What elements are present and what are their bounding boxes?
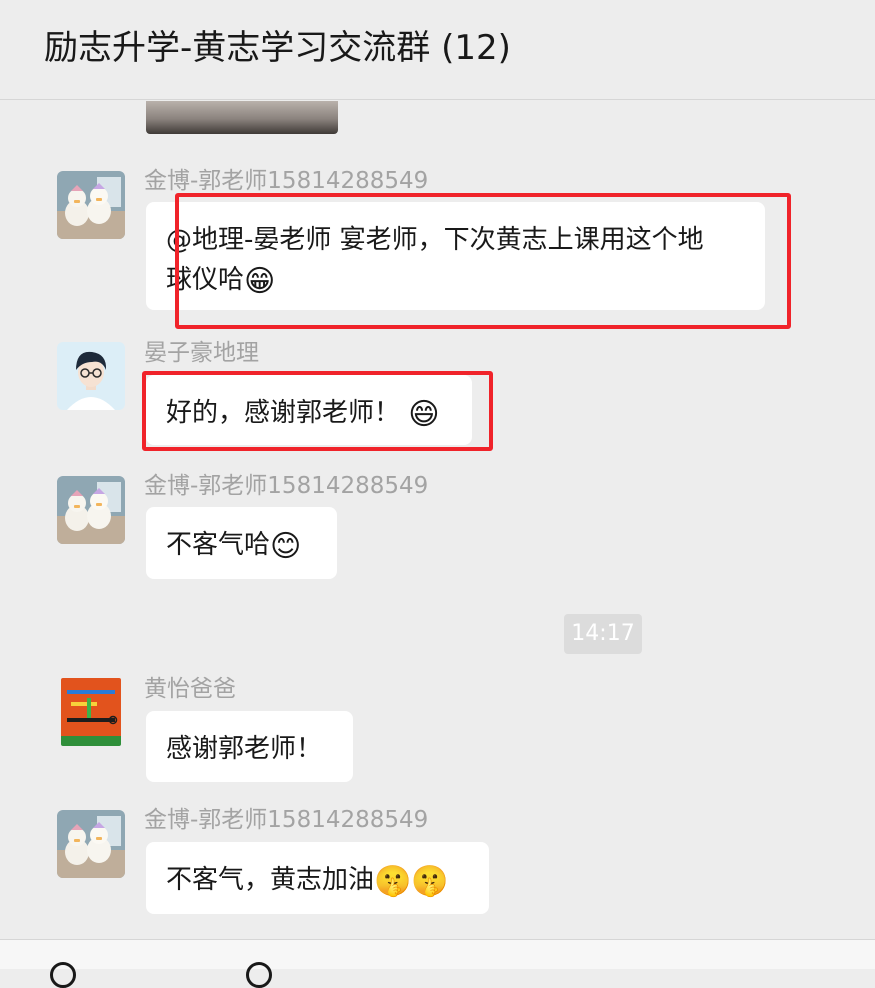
- emoji-icon[interactable]: [246, 962, 272, 988]
- message-text: 好的，感谢郭老师！: [166, 398, 401, 428]
- smile-emoji-icon: 😄: [408, 397, 440, 432]
- message-text: 不客气，黄志加油: [166, 865, 375, 895]
- sender-name: 金博-郭老师15814288549: [144, 807, 429, 833]
- timestamp-badge: 14:17: [564, 614, 642, 654]
- message-bubble[interactable]: 好的，感谢郭老师！ 😄: [146, 375, 472, 445]
- group-title: 励志升学-黄志学习交流群 (12): [44, 28, 511, 68]
- message-bubble[interactable]: @地理-晏老师 宴老师，下次黄志上课用这个地 球仪哈😁: [146, 202, 765, 310]
- voice-icon[interactable]: [50, 962, 76, 988]
- avatar[interactable]: [61, 678, 121, 746]
- message-bubble[interactable]: 感谢郭老师！: [146, 711, 353, 782]
- shush-emoji-icon: 🤫🤫: [374, 864, 449, 899]
- sender-name: 金博-郭老师15814288549: [144, 168, 429, 194]
- message-text: 不客气哈: [166, 530, 271, 560]
- sender-name: 金博-郭老师15814288549: [144, 473, 429, 499]
- chat-header: 励志升学-黄志学习交流群 (12): [0, 0, 875, 100]
- sender-name: 黄怡爸爸: [144, 676, 236, 702]
- message-bubble[interactable]: 不客气哈😊: [146, 507, 337, 579]
- message-list[interactable]: 金博-郭老师15814288549 @地理-晏老师 宴老师，下次黄志上课用这个地…: [0, 101, 875, 939]
- avatar[interactable]: [57, 810, 125, 878]
- input-toolbar: [0, 939, 875, 988]
- message-bubble[interactable]: 不客气，黄志加油🤫🤫: [146, 842, 489, 914]
- message-text: 感谢郭老师！: [166, 734, 323, 764]
- avatar[interactable]: [57, 342, 125, 410]
- image-message-thumbnail[interactable]: [146, 101, 338, 134]
- sender-name: 晏子豪地理: [144, 340, 259, 366]
- message-text: 球仪哈: [166, 265, 245, 295]
- blush-emoji-icon: 😊: [270, 529, 302, 564]
- message-text: @地理-晏老师 宴老师，下次黄志上课用这个地: [166, 225, 704, 255]
- grin-emoji-icon: 😁: [244, 264, 276, 299]
- avatar[interactable]: [57, 171, 125, 239]
- avatar[interactable]: [57, 476, 125, 544]
